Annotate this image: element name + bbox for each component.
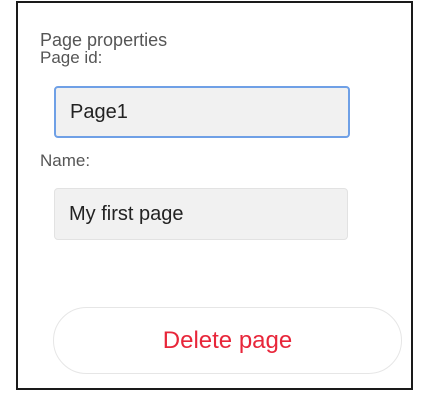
name-label: Name:	[40, 151, 91, 170]
page-name-input[interactable]	[54, 188, 348, 240]
page-properties-panel: Page properties Page id: Name: Delete pa…	[16, 1, 413, 390]
page-id-label: Page id:	[40, 48, 103, 67]
delete-page-button[interactable]: Delete page	[53, 307, 402, 374]
panel-title: Page properties	[40, 30, 168, 50]
page-id-input[interactable]	[54, 86, 350, 138]
